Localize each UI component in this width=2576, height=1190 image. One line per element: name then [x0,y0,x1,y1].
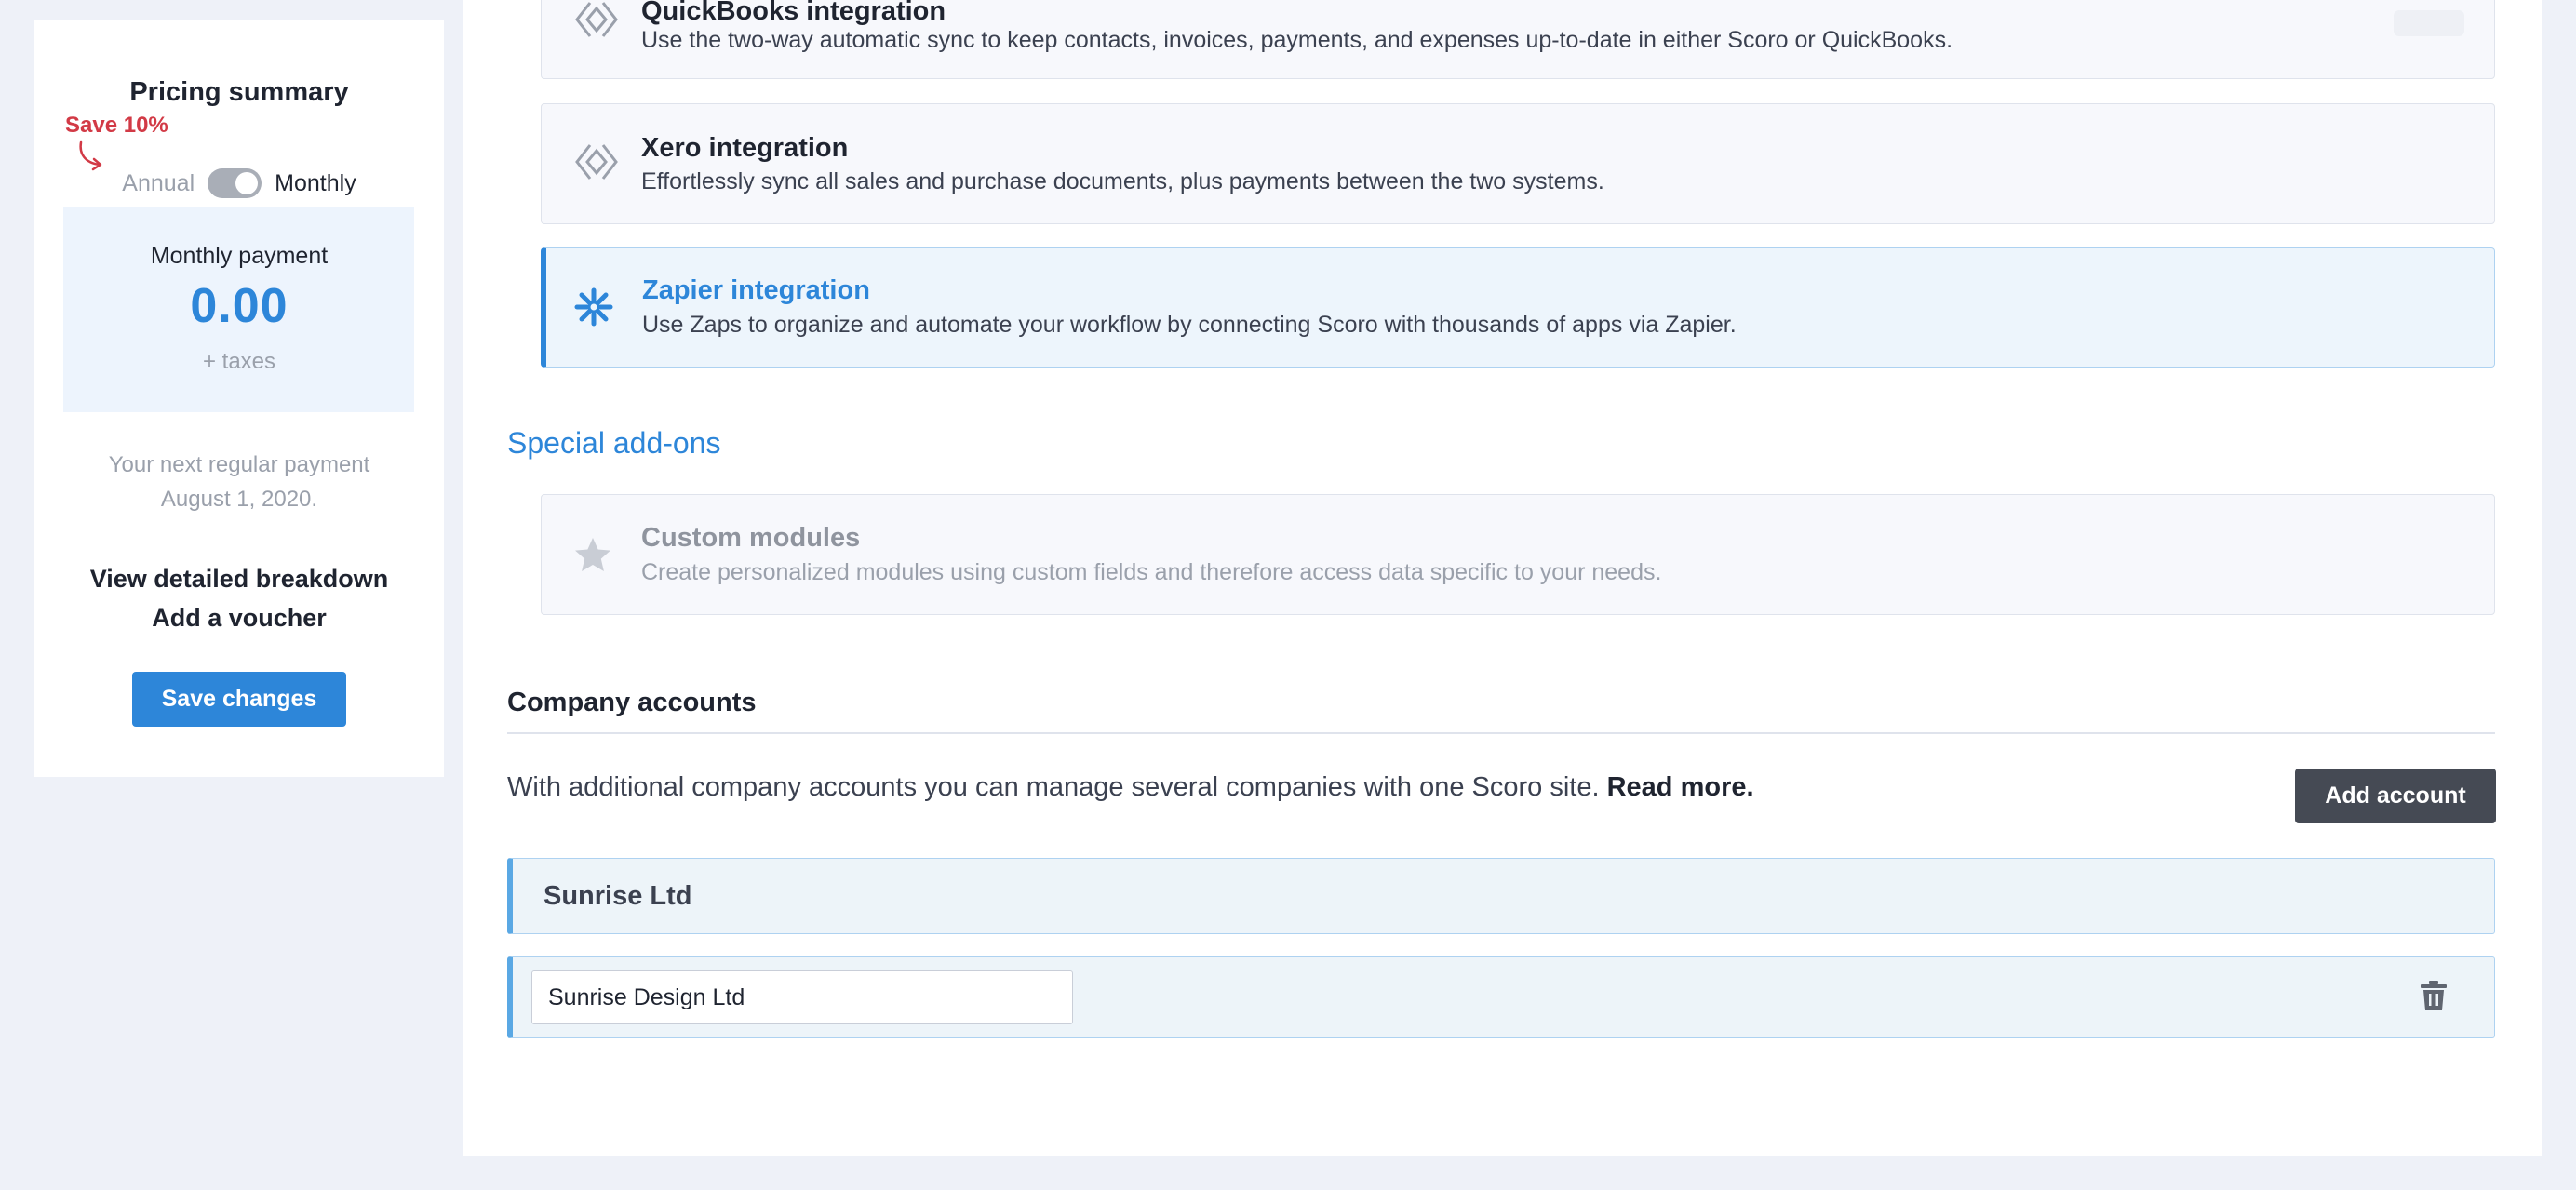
integration-description: Use Zaps to organize and automate your w… [642,312,1737,338]
asterisk-icon [574,287,613,327]
company-accounts-heading: Company accounts [507,688,757,717]
company-account-row [507,956,2495,1038]
next-payment-info: Your next regular payment August 1, 2020… [34,448,444,516]
integration-title: QuickBooks integration [641,0,946,26]
main-content-panel: QuickBooks integration Use the two-way a… [463,0,2542,1156]
integration-description: Use the two-way automatic sync to keep c… [641,27,1953,53]
addon-description: Create personalized modules using custom… [641,559,1662,585]
integration-title: Zapier integration [642,275,870,305]
company-accounts-text: With additional company accounts you can… [507,772,1600,802]
billing-monthly-label[interactable]: Monthly [275,170,356,197]
integration-toggle[interactable] [2394,10,2464,36]
company-name-input[interactable] [531,970,1073,1024]
payment-taxes: + taxes [202,349,276,374]
integration-description: Effortlessly sync all sales and purchase… [641,168,1604,194]
add-account-button[interactable]: Add account [2295,769,2496,823]
next-payment-line1: Your next regular payment [108,452,370,477]
integration-card-quickbooks[interactable]: QuickBooks integration Use the two-way a… [541,0,2495,79]
billing-annual-label[interactable]: Annual [122,170,195,197]
company-group-name: Sunrise Ltd [543,881,692,911]
special-addons-heading: Special add-ons [507,426,721,460]
addon-card-custom-modules[interactable]: Custom modules Create personalized modul… [541,494,2495,615]
next-payment-date: August 1, 2020. [160,487,318,512]
billing-period-toggle[interactable] [208,168,262,198]
company-accounts-description: With additional company accounts you can… [507,772,1754,803]
billing-period-switch: Annual Monthly [34,168,444,198]
integration-card-xero[interactable]: Xero integration Effortlessly sync all s… [541,103,2495,224]
view-breakdown-link[interactable]: View detailed breakdown [34,565,444,594]
toggle-knob [235,172,259,194]
star-icon [575,538,610,571]
payment-amount: 0.00 [190,279,288,333]
divider [507,732,2495,734]
integration-title: Xero integration [641,133,849,163]
company-group-header: Sunrise Ltd [507,858,2495,934]
save-badge: Save 10% [65,113,168,138]
pricing-summary-title: Pricing summary [129,77,349,107]
read-more-link[interactable]: Read more. [1607,772,1754,802]
trash-icon[interactable] [2420,980,2448,1011]
save-changes-button[interactable]: Save changes [132,672,346,727]
curved-arrow-icon [79,140,102,171]
diamond-sync-icon [575,2,618,37]
payment-label: Monthly payment [150,243,329,269]
pricing-summary-panel: Pricing summary Save 10% Annual Monthly … [34,20,444,777]
add-voucher-link[interactable]: Add a voucher [34,604,444,633]
diamond-sync-icon [575,144,618,180]
addon-title: Custom modules [641,523,861,553]
integration-card-zapier[interactable]: Zapier integration Use Zaps to organize … [541,247,2495,368]
